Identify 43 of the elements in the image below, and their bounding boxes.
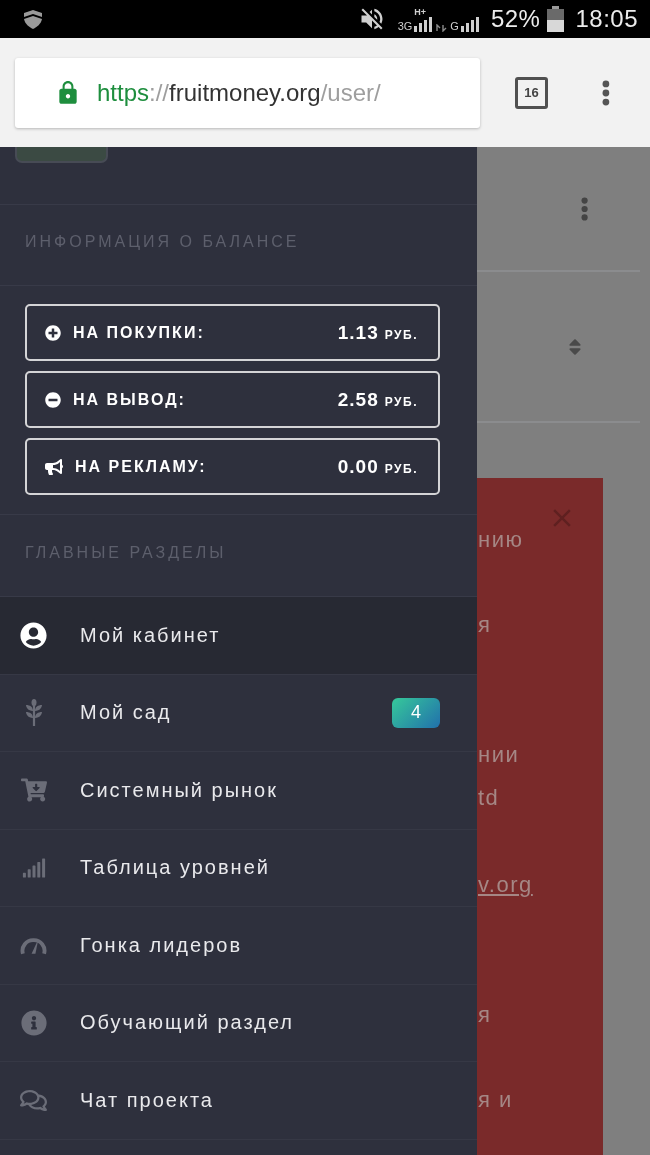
menu-item[interactable]: Обучающий раздел <box>0 984 477 1062</box>
megaphone-icon <box>45 457 63 476</box>
user-icon <box>20 621 47 649</box>
data-arrows-icon <box>436 24 449 32</box>
signal-icon <box>414 17 435 32</box>
menu-icon <box>602 79 610 106</box>
balance-amount: 0.00 РУБ. <box>337 455 418 478</box>
panel-text: я <box>477 611 492 639</box>
menu-item[interactable]: Системный рынок <box>0 752 477 830</box>
network-label: 3G <box>397 20 413 32</box>
balance-amount: 1.13 РУБ. <box>337 321 418 344</box>
menu-item[interactable]: Мой сад 4 <box>0 674 477 752</box>
battery-percent: 52% <box>490 5 541 33</box>
clock: 18:05 <box>575 5 638 33</box>
menu-item[interactable]: Мой кабинет <box>0 597 477 675</box>
signal-icon <box>460 17 481 32</box>
panel-text: нии <box>477 741 520 769</box>
plus-icon <box>45 324 61 341</box>
panel-text: я и <box>477 1086 513 1114</box>
balance-label: НА РЕКЛАМУ: <box>75 457 207 476</box>
tab-switcher-button[interactable]: 16 <box>515 76 548 109</box>
more-icon <box>581 196 589 221</box>
wheat-icon <box>24 699 43 727</box>
shield-icon <box>24 9 42 29</box>
network-label: G <box>450 20 459 32</box>
menu-button[interactable] <box>602 79 610 106</box>
bar-chart-icon <box>21 855 46 880</box>
battery-icon <box>547 6 565 32</box>
balance-amount: 2.58 РУБ. <box>337 388 418 411</box>
gauge-icon <box>20 935 47 956</box>
menu-item[interactable]: Чат проекта <box>0 1062 477 1140</box>
balance-label: НА ВЫВОД: <box>73 390 186 409</box>
panel-text: я <box>477 1001 492 1029</box>
panel-text: нию <box>477 526 524 554</box>
address-bar[interactable]: https://fruitmoney.org/user/ <box>15 57 480 128</box>
cart-icon <box>20 777 47 804</box>
balance-label: НА ПОКУПКИ: <box>73 323 205 342</box>
more-button[interactable] <box>581 196 589 221</box>
info-icon <box>20 1009 47 1036</box>
minus-icon <box>45 391 61 408</box>
panel-text: td <box>477 784 500 812</box>
network-mode-label: H+ <box>414 8 427 17</box>
count-badge: 4 <box>392 697 440 728</box>
